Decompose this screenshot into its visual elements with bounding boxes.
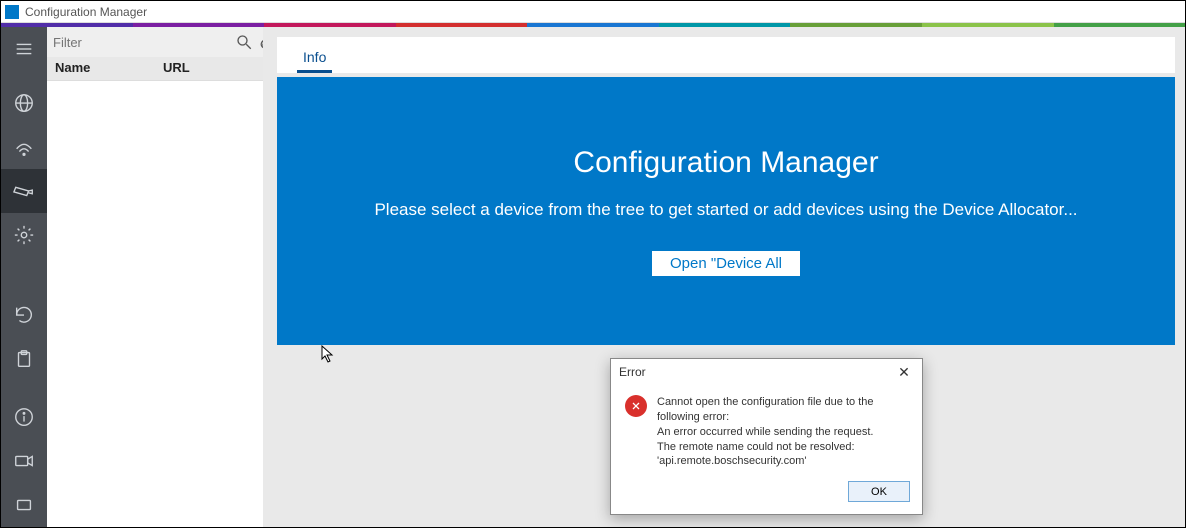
tree-body <box>47 81 263 527</box>
tree-column-url[interactable]: URL <box>155 57 263 80</box>
tabstrip: Info <box>277 37 1175 73</box>
dialog-titlebar[interactable]: Error ✕ <box>611 359 922 385</box>
clipboard-icon[interactable] <box>1 337 47 381</box>
welcome-title: Configuration Manager <box>573 146 878 180</box>
camera-icon[interactable] <box>1 169 47 213</box>
ok-button[interactable]: OK <box>848 481 910 502</box>
error-dialog: Error ✕ Cannot open the configuration fi… <box>610 358 923 515</box>
close-icon[interactable]: ✕ <box>894 362 914 382</box>
dialog-line: An error occurred while sending the requ… <box>657 425 908 440</box>
titlebar: Configuration Manager <box>1 1 1185 23</box>
dialog-message: Cannot open the configuration file due t… <box>657 395 908 469</box>
search-icon[interactable] <box>235 32 253 52</box>
menu-icon[interactable] <box>1 27 47 71</box>
video-icon[interactable] <box>1 439 47 483</box>
window-title: Configuration Manager <box>25 5 147 19</box>
refresh-icon[interactable] <box>1 293 47 337</box>
tab-info[interactable]: Info <box>297 43 332 73</box>
device-tree-panel: Name URL <box>47 27 263 527</box>
network-icon[interactable] <box>1 81 47 125</box>
device-icon[interactable] <box>1 483 47 527</box>
info-icon[interactable] <box>1 395 47 439</box>
gear-icon[interactable] <box>1 213 47 257</box>
error-icon <box>625 395 647 417</box>
filter-input[interactable] <box>53 35 229 50</box>
welcome-subtitle: Please select a device from the tree to … <box>374 198 1077 222</box>
tree-column-name[interactable]: Name <box>47 57 155 80</box>
tree-header: Name URL <box>47 57 263 81</box>
tree-filter-row <box>47 27 263 57</box>
dialog-title: Error <box>619 365 646 379</box>
nav-rail <box>1 27 47 527</box>
dialog-line: Cannot open the configuration file due t… <box>657 395 908 425</box>
dialog-line: 'api.remote.boschsecurity.com' <box>657 454 908 469</box>
wifi-icon[interactable] <box>1 125 47 169</box>
dialog-line: The remote name could not be resolved: <box>657 440 908 455</box>
open-device-allocator-button[interactable]: Open "Device All <box>652 251 800 276</box>
welcome-panel: Configuration Manager Please select a de… <box>277 77 1175 345</box>
app-icon <box>5 5 19 19</box>
